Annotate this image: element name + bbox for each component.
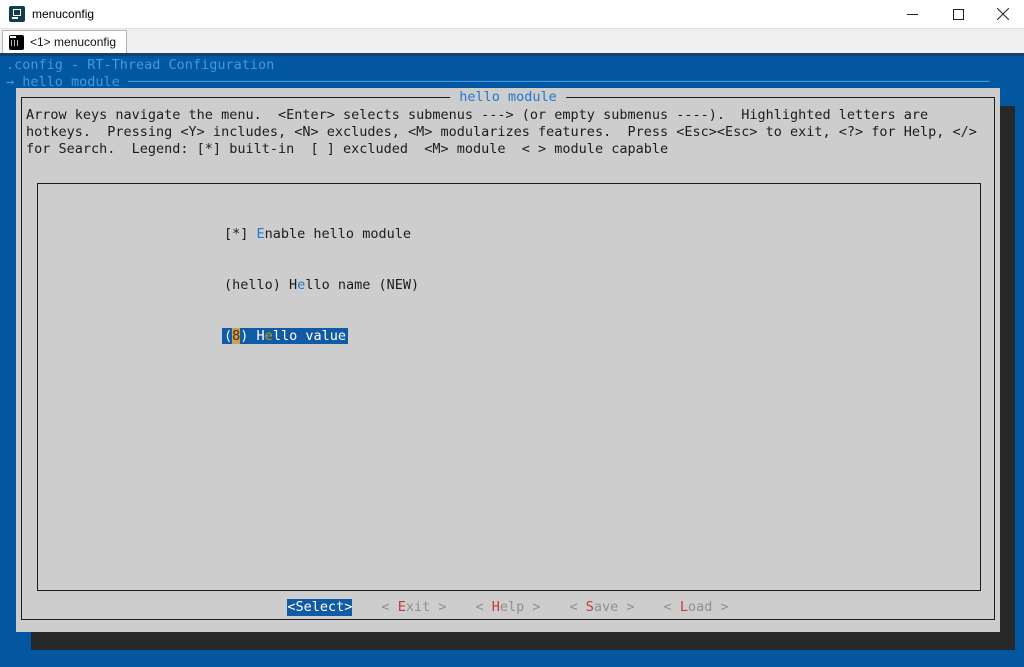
item-value: (hello) [224,277,289,293]
button-text: oad > [688,599,729,615]
button-text: < [475,599,491,615]
button-text: xit > [406,599,447,615]
close-icon [997,8,1009,20]
cmd-console-icon [9,35,24,50]
item-text: ) H [240,328,264,344]
dialog-shadow-bottom [31,632,1015,650]
button-hotkey: E [398,599,406,615]
item-text: llo name (NEW) [305,277,419,293]
button-text: < [570,599,586,615]
load-button[interactable]: < Load > [664,599,729,616]
menu-item-hello-value[interactable]: (8) Hello value [224,328,419,345]
window-title: menuconfig [32,7,94,21]
item-text: H [289,277,297,293]
save-button[interactable]: < Save > [570,599,635,616]
selected-item: (8) Hello value [222,328,348,344]
button-text: elp > [500,599,541,615]
menuconfig-dialog: hello module Arrow keys navigate the men… [16,88,1000,632]
item-text: llo value [273,328,346,344]
instructions-line-2: hotkeys. Pressing <Y> includes, <N> excl… [26,124,977,141]
maximize-icon [953,9,964,20]
terminal-screen: .config - RT-Thread Configuration → hell… [0,56,1024,667]
instructions-line-3: for Search. Legend: [*] built-in [ ] exc… [26,141,668,158]
button-text: < [664,599,680,615]
item-hotkey: e [265,328,273,344]
button-hotkey: S [586,599,594,615]
menu-list-box: [*] Enable hello module (hello) Hello na… [37,183,981,591]
menu-items: [*] Enable hello module (hello) Hello na… [224,192,419,379]
conemu-app-icon [9,6,25,22]
close-button[interactable] [981,0,1024,28]
menu-item-enable-hello-module[interactable]: [*] Enable hello module [224,226,419,243]
conemu-window: menuconfig <1> menuconfig + ▼ 1 [0,0,1024,667]
help-button[interactable]: < Help > [475,599,540,616]
button-hotkey: H [492,599,500,615]
dialog-shadow-right [1000,106,1015,650]
minimize-icon [907,9,918,20]
dialog-button-row: <Select> < Exit > < Help > < Save > < Lo… [16,599,1000,616]
tab-bar: <1> menuconfig + ▼ 1 ▼ [0,28,1024,53]
tab-menuconfig[interactable]: <1> menuconfig [2,30,127,54]
exit-button[interactable]: < Exit > [381,599,446,616]
item-checkbox: [*] [224,226,257,242]
instructions-line-1: Arrow keys navigate the menu. <Enter> se… [26,107,928,124]
kconfig-header: .config - RT-Thread Configuration [6,57,274,74]
conemu-app-icon-inner [13,9,21,16]
tab-label: <1> menuconfig [30,35,116,49]
dialog-title: hello module [450,89,566,106]
conemu-app-icon-dash [12,17,18,19]
menu-item-hello-name[interactable]: (hello) Hello name (NEW) [224,277,419,294]
button-hotkey: L [680,599,688,615]
button-text: < [381,599,397,615]
item-hotkey: E [257,226,265,242]
maximize-button[interactable] [935,0,981,28]
item-text: ( [224,328,232,344]
button-text: ave > [594,599,635,615]
select-button[interactable]: <Select> [287,599,352,616]
button-text: <Select> [287,599,352,615]
item-text: nable hello module [265,226,411,242]
title-bar: menuconfig [0,0,1024,28]
minimize-button[interactable] [889,0,935,28]
